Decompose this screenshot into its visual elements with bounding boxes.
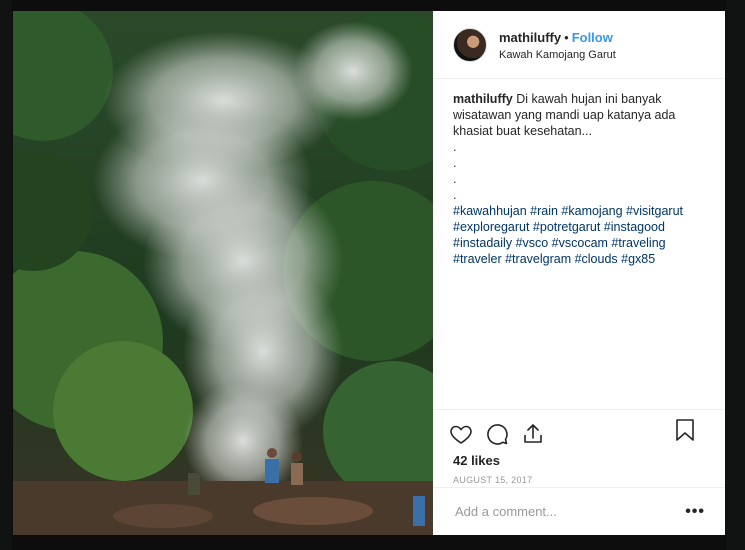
post-header: mathiluffy • Follow Kawah Kamojang Garut: [433, 11, 725, 79]
speech-bubble-icon: [487, 423, 508, 445]
caption: mathiluffy Di kawah hujan ini banyak wis…: [433, 79, 725, 409]
post-photo[interactable]: [13, 11, 433, 535]
username-link[interactable]: mathiluffy: [499, 30, 561, 45]
avatar[interactable]: [453, 28, 487, 62]
post-date[interactable]: AUGUST 15, 2017: [433, 468, 725, 485]
likes-count[interactable]: 42 likes: [433, 449, 725, 468]
more-options-button[interactable]: •••: [685, 503, 705, 521]
like-button[interactable]: [449, 422, 473, 446]
heart-icon: [450, 425, 472, 444]
caption-dot-line: .: [453, 140, 457, 154]
action-bar: [433, 409, 725, 449]
separator-dot: •: [564, 30, 569, 45]
caption-dot-line: .: [453, 156, 457, 170]
share-icon: [524, 423, 542, 443]
follow-button[interactable]: Follow: [572, 30, 613, 45]
save-button[interactable]: [673, 418, 695, 442]
post-sidebar: mathiluffy • Follow Kawah Kamojang Garut m…: [433, 11, 725, 535]
caption-body: mathiluffy Di kawah hujan ini banyak wis…: [453, 91, 705, 139]
caption-dot-line: .: [453, 172, 457, 186]
caption-dot-line: .: [453, 188, 457, 202]
share-button[interactable]: [521, 422, 545, 446]
caption-dots: . . . .: [453, 139, 705, 203]
location-link[interactable]: Kawah Kamojang Garut: [499, 49, 616, 61]
comment-input[interactable]: [453, 503, 686, 520]
bookmark-icon: [676, 419, 694, 441]
post-modal: mathiluffy • Follow Kawah Kamojang Garut m…: [13, 11, 725, 535]
hashtags[interactable]: #kawahhujan #rain #kamojang #visitgarut …: [453, 203, 705, 267]
header-line: mathiluffy • Follow: [499, 30, 616, 46]
comment-button[interactable]: [485, 422, 509, 446]
post-header-text: mathiluffy • Follow Kawah Kamojang Garut: [499, 30, 616, 61]
steam-forest-photo: [13, 11, 433, 535]
caption-username[interactable]: mathiluffy: [453, 92, 513, 106]
comment-bar: •••: [433, 487, 725, 535]
